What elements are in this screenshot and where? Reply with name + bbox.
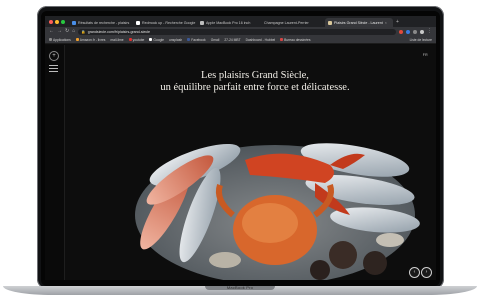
language-switch[interactable]: FR: [423, 53, 428, 57]
forward-icon[interactable]: →: [57, 27, 62, 36]
headline-line-1: Les plaisirs Grand Siècle,: [201, 70, 309, 81]
back-icon[interactable]: ←: [49, 27, 54, 36]
tab-champagne[interactable]: Champagne Laurent-Perrier: [261, 18, 325, 27]
tab-label: Champagne Laurent-Perrier: [264, 20, 309, 25]
bookmark-gmail[interactable]: Gmail: [211, 38, 220, 42]
youtube-icon: [128, 38, 132, 41]
tab-label: Redmock up - Recherche Google: [142, 20, 196, 25]
extension-icon[interactable]: [413, 29, 417, 34]
bookmark-label: Bureau dessinées: [284, 37, 311, 42]
reading-list-label: Liste de lecture: [409, 37, 432, 42]
bookmark-label: Dashboard - Hubbel: [245, 37, 276, 42]
headline-line-2: un équilibre parfait entre force et déli…: [160, 82, 350, 93]
bookmark-label: unsplash: [169, 37, 183, 42]
tab-label: Apple MacBook Pro 16 inch: [206, 20, 251, 25]
tab-apple[interactable]: Apple MacBook Pro 16 inch: [197, 18, 261, 27]
web-page: + FR Les plaisirs Grand Siècle, un équil…: [45, 45, 436, 280]
seafood-platter-image: [125, 105, 425, 280]
extension-icon[interactable]: [406, 29, 410, 34]
plus-button[interactable]: +: [49, 51, 59, 61]
device-label: MacBook Pro: [226, 285, 254, 290]
bookmark-label: 27-24 MBT: [224, 37, 241, 42]
profile-avatar[interactable]: [420, 29, 424, 34]
favicon-icon: [328, 20, 332, 25]
reload-icon[interactable]: ↻: [65, 27, 69, 36]
bookmark-dashboard[interactable]: Dashboard - Hubbel: [246, 38, 276, 42]
facebook-icon: [187, 38, 191, 41]
bookmark-mail[interactable]: mail-lime: [110, 38, 123, 42]
bookmark-amazon[interactable]: Amazon.fr - livres: [75, 37, 106, 42]
tab-grand-siecle[interactable]: Plaisirs Grand Siècle - Laurent ×: [325, 18, 393, 27]
laptop-mockup: Résultats de recherche - plaisirs Redmoc…: [0, 0, 480, 304]
bookmark-label: Gmail: [210, 37, 220, 42]
grid-icon: [49, 38, 52, 41]
tab-results[interactable]: Résultats de recherche - plaisirs: [69, 18, 133, 27]
reading-list[interactable]: Liste de lecture: [410, 38, 432, 42]
bookmark-unsplash[interactable]: unsplash: [169, 38, 182, 42]
apple-icon: [200, 20, 204, 25]
tab-redmock[interactable]: Redmock up - Recherche Google: [133, 18, 197, 27]
browser-tab-strip: Résultats de recherche - plaisirs Redmoc…: [45, 16, 436, 27]
bookmark-label: youtube: [132, 37, 145, 42]
urchin: [310, 260, 330, 280]
bookmark-bureau[interactable]: Bureau dessinées: [280, 37, 311, 42]
browser-toolbar: ← → ↻ ⌂ 🔒 grandsiecle.com/fr/plaisirs-gr…: [45, 27, 436, 36]
new-tab-button[interactable]: +: [393, 19, 402, 25]
urchin: [363, 251, 387, 275]
bookmark-facebook[interactable]: Facebook: [187, 37, 206, 42]
bookmark-label: Google: [153, 37, 165, 42]
google-icon: [149, 38, 153, 41]
favicon-icon: [75, 38, 79, 41]
bookmark-label: Facebook: [191, 37, 206, 42]
menu-icon[interactable]: ⋮: [427, 27, 432, 36]
url-text: grandsiecle.com/fr/plaisirs-grand-siecle: [87, 29, 151, 34]
bookmark-mbt[interactable]: 27-24 MBT: [224, 38, 240, 42]
bookmarks-bar: Applications Amazon.fr - livres mail-lim…: [45, 36, 436, 44]
favicon-icon: [72, 20, 76, 25]
side-navigation: +: [45, 45, 65, 280]
google-icon: [136, 20, 140, 25]
window-controls: [45, 19, 69, 24]
shellfish: [209, 252, 241, 268]
home-icon[interactable]: ⌂: [72, 27, 75, 36]
close-window-button[interactable]: [49, 19, 53, 24]
urchin: [329, 241, 357, 269]
bookmark-applications[interactable]: Applications: [49, 38, 71, 42]
previous-slide-button[interactable]: ‹: [409, 267, 420, 278]
tab-label: Plaisirs Grand Siècle - Laurent: [334, 20, 383, 25]
hamburger-menu-icon[interactable]: [49, 65, 58, 74]
close-tab-icon[interactable]: ×: [385, 21, 387, 25]
tab-label: Résultats de recherche - plaisirs: [78, 20, 130, 25]
minimize-window-button[interactable]: [55, 19, 59, 24]
extension-icon[interactable]: [399, 29, 403, 34]
favicon-icon: [280, 38, 284, 41]
bookmark-label: Amazon.fr - livres: [79, 37, 106, 42]
address-bar[interactable]: 🔒 grandsiecle.com/fr/plaisirs-grand-siec…: [78, 28, 396, 35]
next-slide-button[interactable]: ›: [421, 267, 432, 278]
screen: Résultats de recherche - plaisirs Redmoc…: [45, 16, 436, 280]
shellfish: [376, 233, 404, 247]
bookmark-google[interactable]: Google: [149, 38, 164, 42]
hero-headline: Les plaisirs Grand Siècle, un équilibre …: [105, 70, 405, 94]
lock-icon: 🔒: [81, 29, 86, 34]
zoom-window-button[interactable]: [61, 19, 65, 24]
bookmark-youtube[interactable]: youtube: [128, 37, 145, 42]
bookmark-label: mail-lime: [110, 37, 124, 42]
bookmark-label: Applications: [53, 37, 71, 42]
